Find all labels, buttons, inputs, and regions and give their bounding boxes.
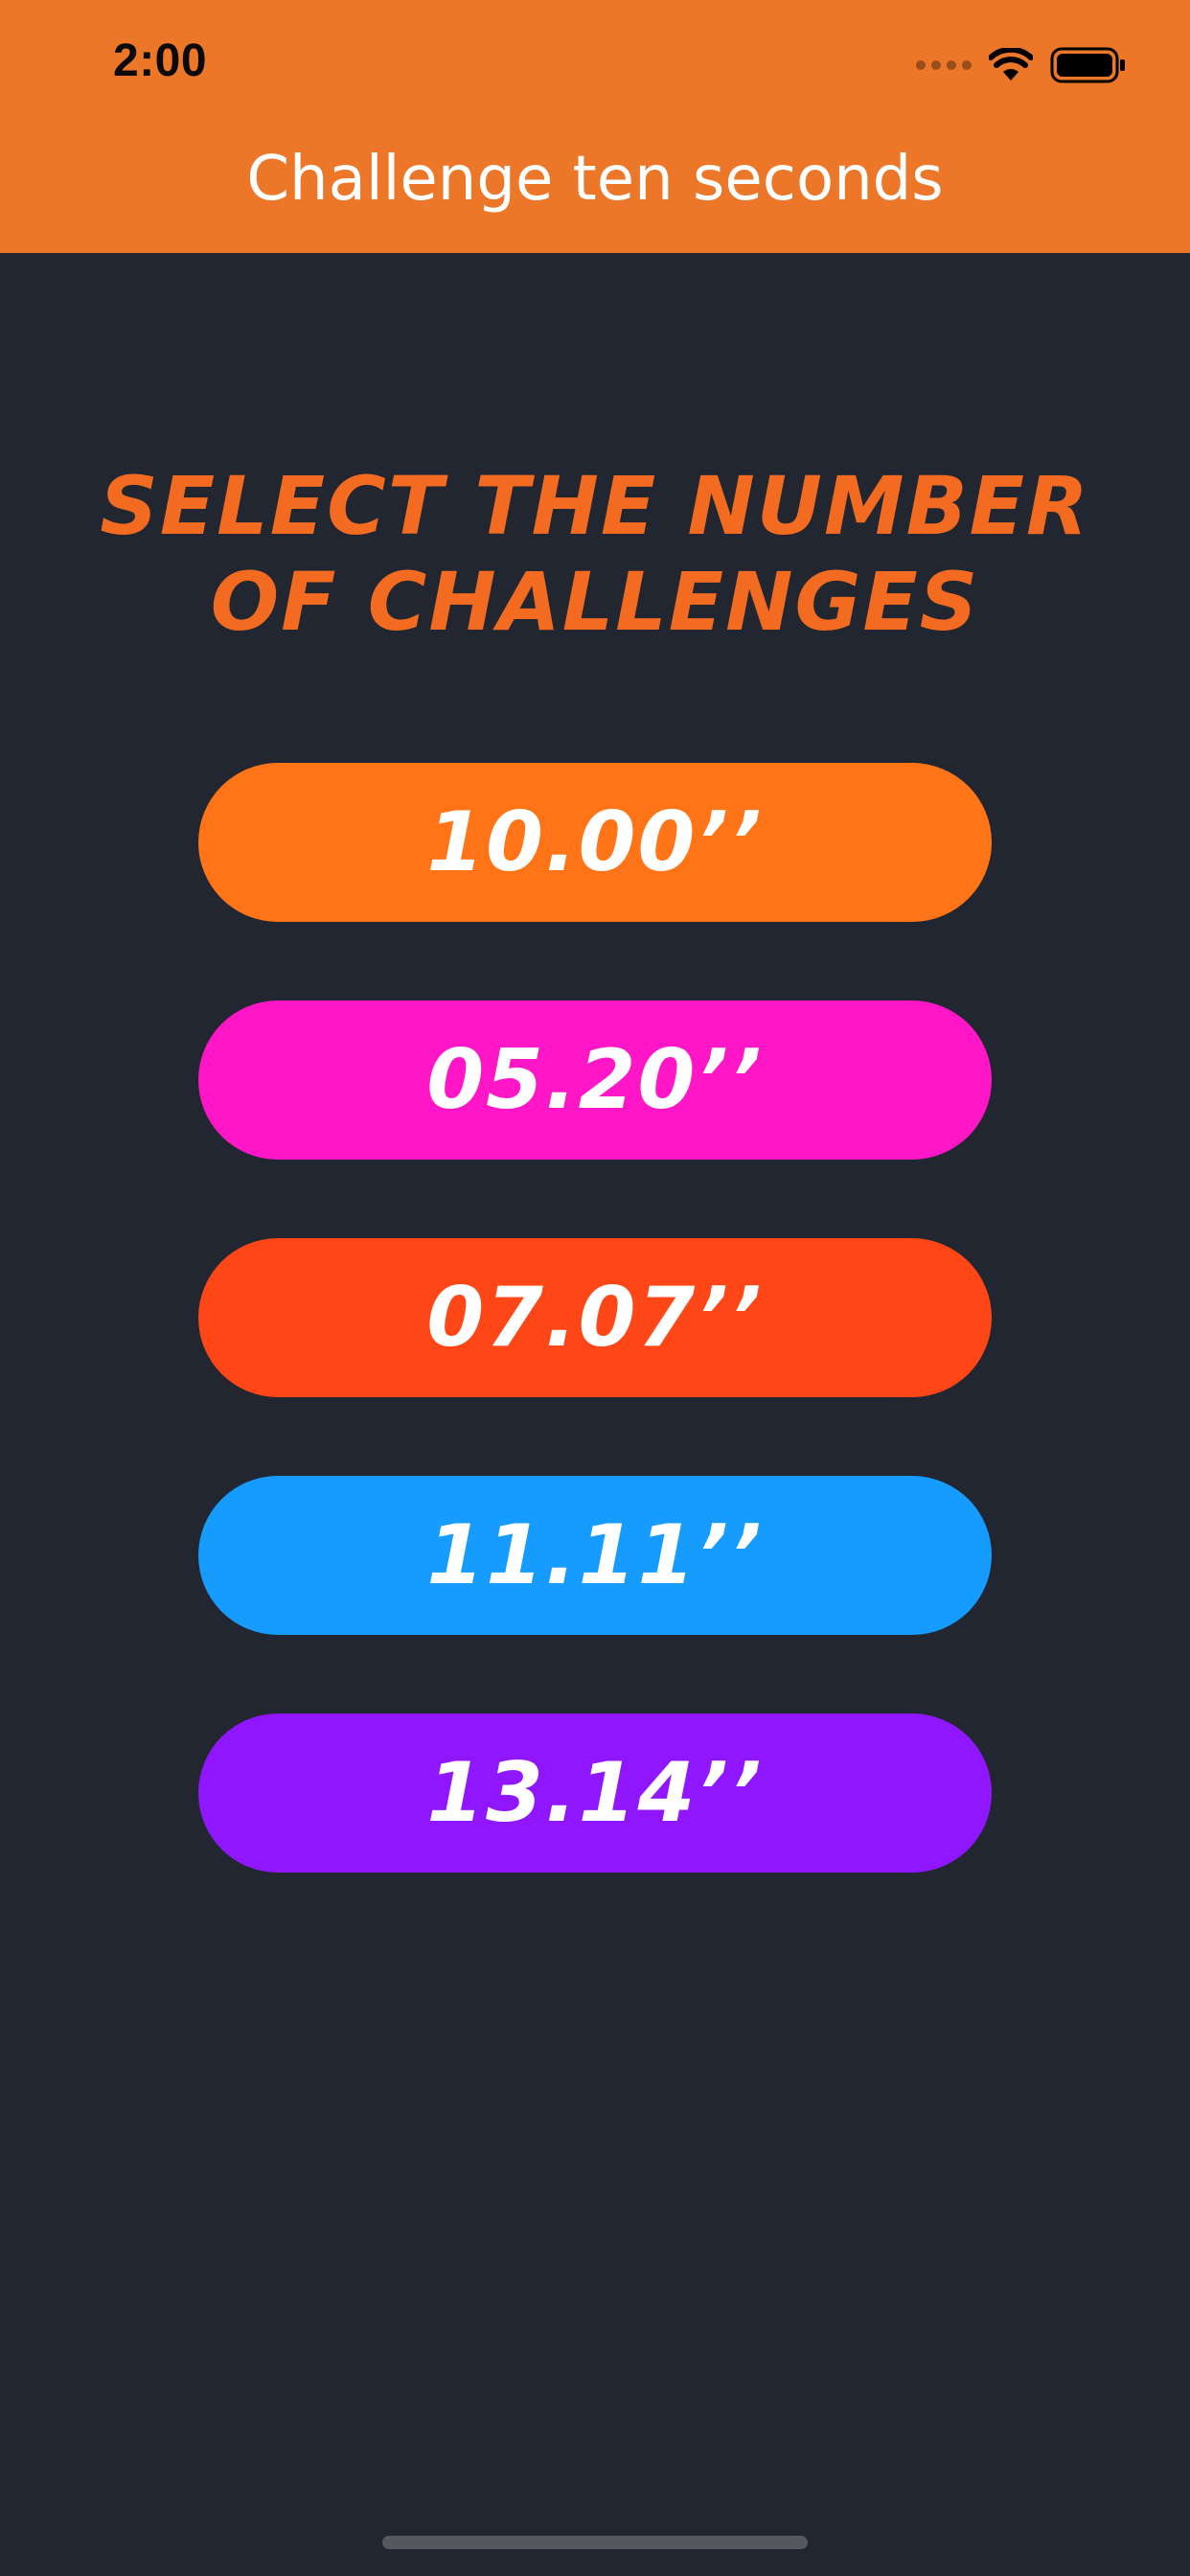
challenge-option-label: 07.07’’ (426, 1270, 764, 1366)
status-icons (916, 42, 1127, 88)
challenge-option-button[interactable]: 13.14’’ (198, 1714, 992, 1873)
challenge-option-button[interactable]: 10.00’’ (198, 763, 992, 922)
navigation-header: 2:00 Challenge ten seconds (0, 0, 1190, 253)
battery-icon (1050, 47, 1125, 83)
headline-line-2: OF CHALLENGES (210, 555, 980, 649)
challenge-option-label: 13.14’’ (426, 1745, 764, 1841)
challenge-option-label: 05.20’’ (426, 1032, 764, 1128)
status-time: 2:00 (113, 35, 208, 86)
wifi-icon (989, 48, 1033, 80)
challenge-options: 10.00’’ 05.20’’ 07.07’’ 11.11’’ 13.14’’ (198, 763, 992, 1951)
challenge-option-button[interactable]: 07.07’’ (198, 1238, 992, 1397)
headline-line-1: SELECT THE NUMBER (100, 459, 1090, 553)
challenge-option-label: 11.11’’ (426, 1507, 764, 1603)
home-indicator[interactable] (382, 2536, 808, 2549)
challenge-option-button[interactable]: 05.20’’ (198, 1000, 992, 1160)
signal-dots-icon (916, 60, 972, 70)
nav-title: Challenge ten seconds (246, 144, 944, 215)
challenge-option-button[interactable]: 11.11’’ (198, 1476, 992, 1635)
page-headline: SELECT THE NUMBER OF CHALLENGES (0, 458, 1190, 650)
challenge-option-label: 10.00’’ (426, 794, 764, 890)
